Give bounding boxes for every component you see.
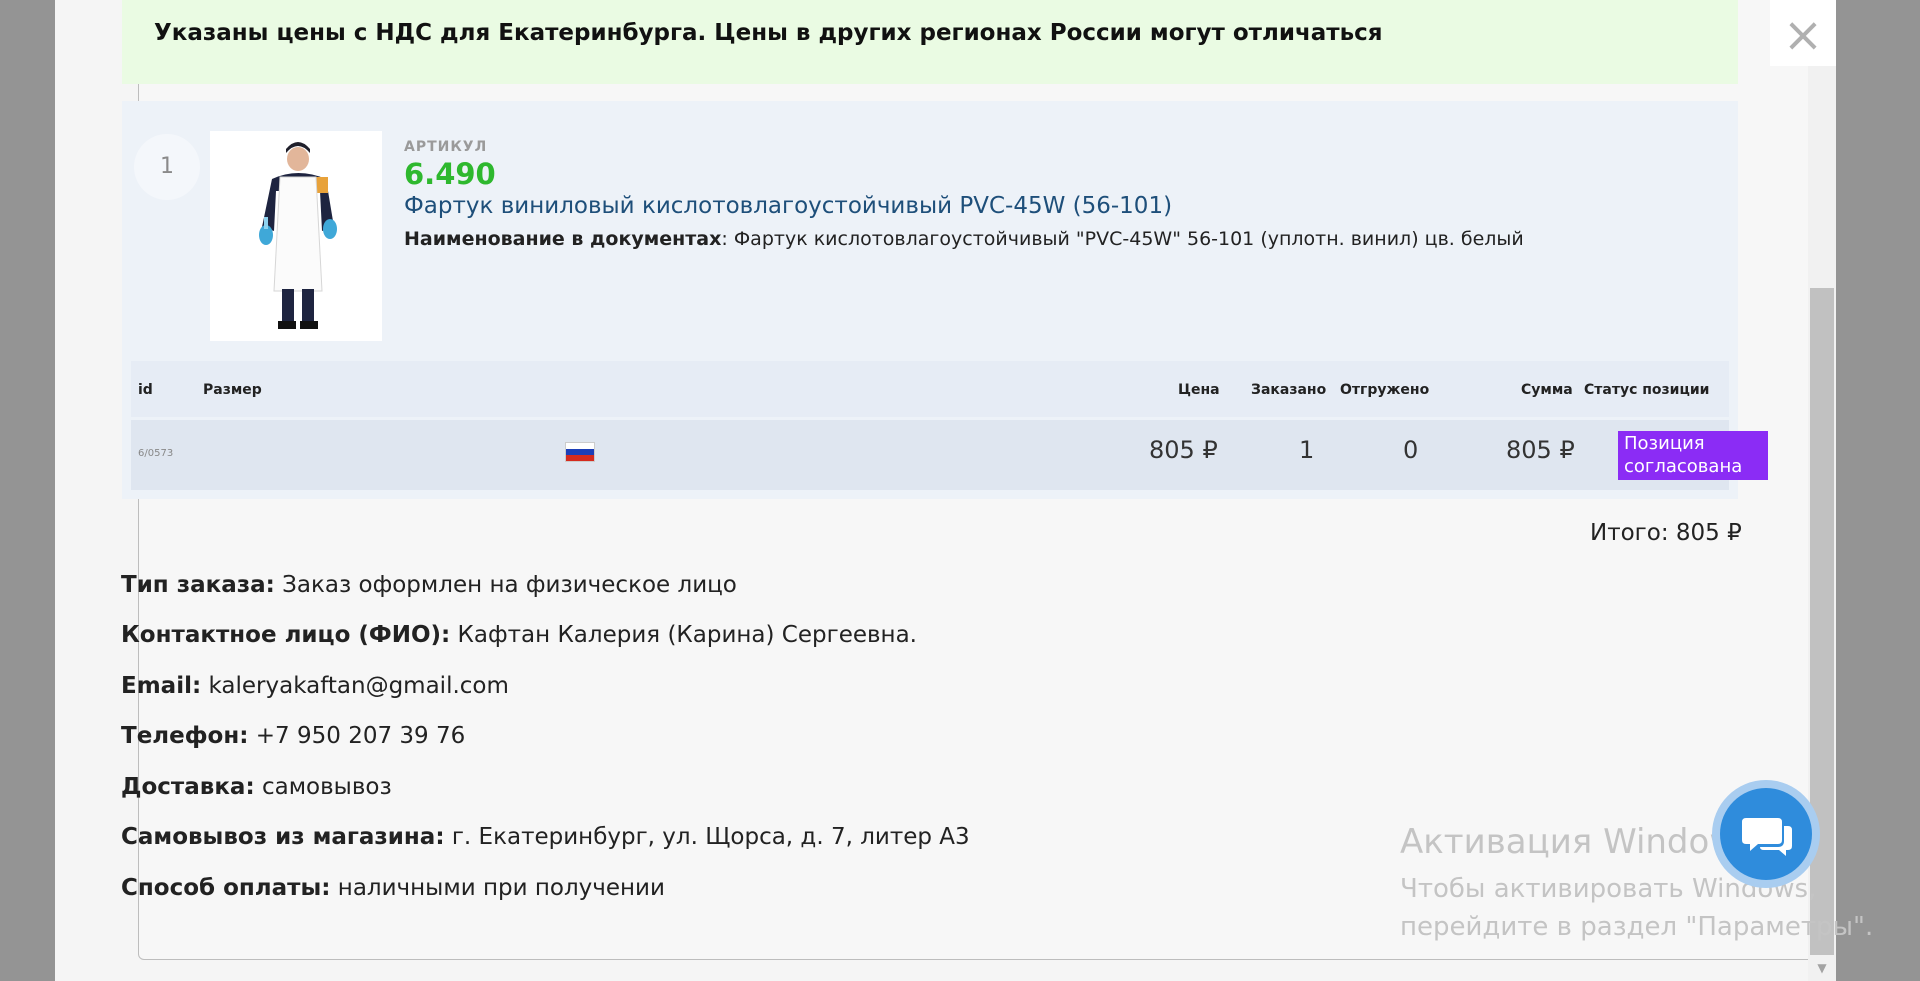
- col-id: id: [138, 382, 153, 398]
- row-sum: 805 ₽: [1506, 436, 1575, 464]
- detail-label: Доставка:: [121, 774, 255, 800]
- product-photo[interactable]: [210, 131, 382, 341]
- document-name: Наименование в документах: Фартук кислот…: [404, 228, 1524, 250]
- detail-delivery: Доставка: самовывоз: [121, 774, 392, 800]
- chat-button[interactable]: [1712, 780, 1820, 888]
- item-number: 1: [134, 134, 200, 200]
- detail-value: Заказ оформлен на физическое лицо: [274, 572, 737, 598]
- detail-order-type: Тип заказа: Заказ оформлен на физическое…: [121, 572, 737, 598]
- close-button[interactable]: ×: [1770, 0, 1836, 66]
- col-size: Размер: [203, 382, 262, 398]
- col-shipped: Отгружено: [1340, 382, 1430, 398]
- windows-activation-line2: перейдите в раздел "Параметры".: [1400, 912, 1874, 942]
- row-ordered: 1: [1299, 436, 1315, 464]
- detail-label: Самовывоз из магазина:: [121, 824, 445, 850]
- product-title-link[interactable]: Фартук виниловый кислотовлагоустойчивый …: [404, 193, 1172, 219]
- col-status: Статус позиции: [1584, 382, 1710, 398]
- detail-label: Тип заказа:: [121, 572, 275, 598]
- detail-value: самовывоз: [254, 774, 392, 800]
- document-name-label: Наименование в документах: [404, 228, 722, 250]
- order-total: Итого: 805 ₽: [1590, 520, 1742, 546]
- detail-label: Контактное лицо (ФИО):: [121, 622, 451, 648]
- row-price: 805 ₽: [1149, 436, 1218, 464]
- col-ordered: Заказано: [1251, 382, 1327, 398]
- table-row: 6/0573 805 ₽ 1 0 805 ₽ Позиция согласова…: [131, 420, 1768, 490]
- modal-backdrop-left: [0, 0, 55, 981]
- status-badge: Позиция согласована: [1618, 431, 1768, 480]
- row-id: 6/0573: [138, 448, 174, 459]
- detail-pickup-store: Самовывоз из магазина: г. Екатеринбург, …: [121, 824, 970, 850]
- windows-activation-title: Активация Windows: [1400, 822, 1755, 862]
- price-notice: Указаны цены с НДС для Екатеринбурга. Це…: [122, 0, 1738, 84]
- chat-icon: [1742, 818, 1792, 856]
- detail-label: Телефон:: [121, 723, 249, 749]
- detail-contact: Контактное лицо (ФИО): Кафтан Калерия (К…: [121, 622, 917, 648]
- detail-email: Email: kaleryakaftan@gmail.com: [121, 673, 509, 699]
- apron-figure-icon: [259, 142, 337, 329]
- col-price: Цена: [1178, 382, 1220, 398]
- windows-activation-text: Чтобы активировать Windows, перейдите в …: [1400, 870, 1873, 946]
- detail-value: г. Екатеринбург, ул. Щорса, д. 7, литер …: [444, 824, 970, 850]
- order-item-card: 1 АРТИКУЛ 6.490 Фартук виниловый кислото…: [122, 101, 1768, 499]
- sku-label: АРТИКУЛ: [404, 139, 488, 155]
- detail-phone: Телефон: +7 950 207 39 76: [121, 723, 465, 749]
- detail-payment: Способ оплаты: наличными при получении: [121, 875, 665, 901]
- detail-value: +7 950 207 39 76: [248, 723, 466, 749]
- detail-value: наличными при получении: [330, 875, 665, 901]
- detail-label: Email:: [121, 673, 202, 699]
- modal-backdrop-right: [1836, 0, 1920, 981]
- russia-flag-icon: [565, 442, 595, 462]
- detail-label: Способ оплаты:: [121, 875, 331, 901]
- col-sum: Сумма: [1521, 382, 1573, 398]
- items-table-header: id Размер Цена Заказано Отгружено Сумма …: [131, 361, 1729, 417]
- detail-value: Кафтан Калерия (Карина) Сергеевна.: [450, 622, 917, 648]
- chat-button-inner: [1720, 788, 1812, 880]
- document-name-value: : Фартук кислотовлагоустойчивый "PVC-45W…: [721, 228, 1524, 250]
- scroll-down-arrow-icon[interactable]: ▼: [1812, 961, 1832, 977]
- sku-value: 6.490: [404, 157, 496, 191]
- detail-value: kaleryakaftan@gmail.com: [201, 673, 509, 699]
- row-shipped: 0: [1403, 436, 1419, 464]
